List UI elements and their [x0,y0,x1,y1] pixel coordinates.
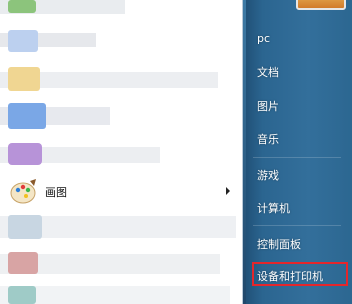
right-item-user[interactable]: pc [257,32,270,45]
divider [253,157,341,158]
right-item-control-panel[interactable]: 控制面板 [257,236,301,252]
program-item-paint[interactable]: 画图 [0,177,242,207]
right-item-computer[interactable]: 计算机 [257,200,290,216]
highlight-box [252,262,348,286]
user-picture-icon[interactable] [296,0,346,10]
divider [253,225,341,226]
right-item-music[interactable]: 音乐 [257,131,279,147]
blurred-program-icon [8,30,38,52]
start-menu-programs-pane: 画图 [0,0,243,304]
blurred-program-icon [8,143,42,165]
submenu-arrow-icon [226,187,230,195]
right-item-documents[interactable]: 文档 [257,64,279,80]
blurred-program-icon [8,215,42,239]
right-item-games[interactable]: 游戏 [257,167,279,183]
program-item-label: 画图 [45,186,67,199]
blurred-program-icon [8,286,36,304]
paint-icon [10,179,38,205]
blurred-program-icon [8,103,46,129]
blurred-program-icon [8,252,38,274]
blurred-program-icon [8,67,40,91]
right-item-pictures[interactable]: 图片 [257,98,279,114]
blurred-program-icon [8,0,36,13]
start-menu-places-pane [243,0,352,304]
